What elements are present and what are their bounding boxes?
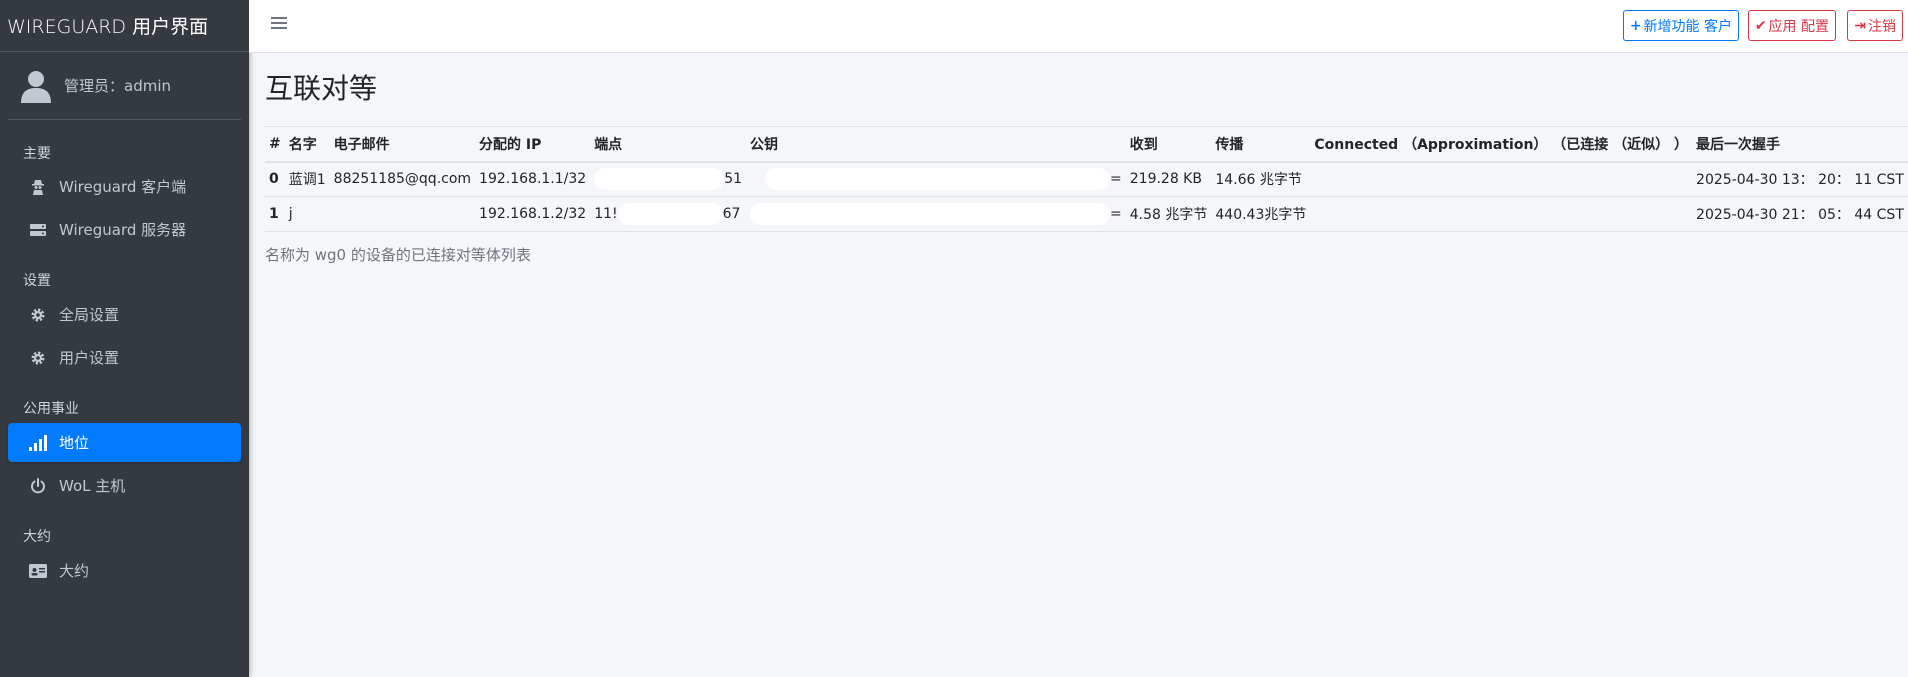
cell-index: 0 (269, 171, 279, 188)
new-client-label: 新增功能 客户 (1643, 18, 1732, 35)
cell-name: j (288, 206, 293, 222)
sidebar-item-wireguard-clients[interactable]: Wireguard 客户端 (8, 167, 241, 206)
sidebar-item-label: 地位 (59, 434, 90, 452)
server-icon (27, 219, 49, 241)
cell-received: 219.28 KB (1129, 171, 1202, 188)
endpoint-tail: 51 (724, 171, 743, 188)
col-allocated-ip: 分配的 IP (479, 136, 542, 153)
user-secret-icon (27, 176, 49, 198)
col-connected: Connected （Approximation） （已连接 （近似） ） (1314, 136, 1689, 153)
gear-icon (27, 304, 49, 326)
plus-icon: + (1629, 17, 1642, 34)
main-content: 互联对等 # 名字 电子邮件 分配的 IP 端点 公钥 收到 传播 Connec… (249, 54, 1908, 677)
cell-received: 4.58 兆字节 (1129, 207, 1208, 223)
nav-header-about: 大约 (23, 529, 51, 545)
user-panel[interactable]: 管理员：admin (8, 52, 241, 120)
cell-email: 88251185@qq.com (333, 171, 472, 188)
col-sent: 传播 (1215, 136, 1244, 153)
user-avatar-icon (21, 70, 51, 103)
col-received: 收到 (1129, 136, 1158, 153)
sidebar-item-label: Wireguard 客户端 (59, 178, 187, 196)
topbar: + 新增功能 客户 ✔ 应用 配置 ⇥ 注销 (249, 0, 1908, 53)
sidebar-item-label: Wireguard 服务器 (59, 221, 187, 239)
apply-config-label: 应用 配置 (1768, 18, 1829, 35)
sidebar: WIREGUARD 用户界面 管理员：admin 主要 Wireguard 客户… (0, 0, 249, 677)
cell-endpoint: 51 (590, 162, 746, 197)
table-header-row: # 名字 电子邮件 分配的 IP 端点 公钥 收到 传播 Connected （… (265, 126, 1908, 162)
cell-public-key: = (746, 162, 1126, 197)
pubkey-tail: = (1110, 171, 1122, 188)
sidebar-item-global-settings[interactable]: 全局设置 (8, 295, 241, 334)
cell-ip: 192.168.1.1/32 (479, 171, 587, 188)
nav-header-main: 主要 (23, 146, 51, 162)
col-email: 电子邮件 (333, 136, 390, 153)
cell-index: 1 (269, 206, 279, 222)
gear-icon (27, 347, 49, 369)
id-card-icon (27, 560, 49, 582)
brand-title[interactable]: WIREGUARD 用户界面 (0, 0, 249, 52)
user-label: 管理员：admin (64, 77, 171, 95)
sidebar-item-about[interactable]: 大约 (8, 551, 241, 590)
new-client-button[interactable]: + 新增功能 客户 (1622, 10, 1739, 41)
redaction-mark (750, 203, 1111, 225)
cell-sent: 14.66 兆字节 (1215, 172, 1302, 189)
col-endpoint: 端点 (594, 136, 623, 153)
cell-endpoint: 11! 67 (590, 197, 746, 232)
page-title: 互联对等 (265, 72, 378, 105)
sidebar-item-wireguard-server[interactable]: Wireguard 服务器 (8, 210, 241, 249)
sidebar-item-label: 用户设置 (59, 349, 120, 367)
table-row: 0 蓝调1 88251185@qq.com 192.168.1.1/32 51 … (265, 162, 1908, 197)
power-icon (27, 475, 49, 497)
pubkey-tail: = (1110, 206, 1122, 222)
sidebar-item-user-settings[interactable]: 用户设置 (8, 338, 241, 377)
table-row: 1 j 192.168.1.2/32 11! 67 = 4.58 兆字节 440.… (265, 197, 1908, 232)
cell-name: 蓝调1 (288, 172, 326, 189)
sign-out-icon: ⇥ (1854, 17, 1866, 34)
sidebar-item-status[interactable]: 地位 (8, 423, 241, 462)
cell-email (330, 197, 475, 232)
sidebar-item-label: WoL 主机 (59, 477, 126, 495)
apply-config-button[interactable]: ✔ 应用 配置 (1747, 10, 1836, 41)
logout-label: 注销 (1868, 18, 1896, 35)
col-public-key: 公钥 (750, 136, 779, 153)
sidebar-item-label: 全局设置 (59, 306, 120, 324)
redaction-mark (617, 203, 723, 225)
cell-connected (1310, 197, 1692, 232)
sidebar-item-label: 大约 (59, 562, 90, 580)
cell-connected (1310, 162, 1692, 197)
sidebar-item-wol-hosts[interactable]: WoL 主机 (8, 466, 241, 505)
col-index: # (269, 135, 281, 152)
check-icon: ✔ (1754, 17, 1767, 34)
cell-handshake: 2025-04-30 21： 05： 44 CST (1696, 207, 1904, 223)
signal-icon (27, 432, 49, 454)
cell-handshake: 2025-04-30 13： 20： 11 CST (1696, 172, 1904, 189)
endpoint-tail: 67 (722, 206, 741, 222)
cell-sent: 440.43兆字节 (1215, 207, 1307, 223)
nav-header-settings: 设置 (23, 273, 51, 289)
peers-table: # 名字 电子邮件 分配的 IP 端点 公钥 收到 传播 Connected （… (265, 126, 1908, 232)
col-last-handshake: 最后一次握手 (1696, 136, 1781, 153)
cell-ip: 192.168.1.2/32 (479, 206, 587, 222)
redaction-mark (765, 168, 1111, 191)
redaction-mark (594, 168, 725, 191)
endpoint-head: 11! (594, 206, 618, 222)
table-caption: 名称为 wg0 的设备的已连接对等体列表 (265, 246, 531, 264)
logout-button[interactable]: ⇥ 注销 (1847, 10, 1903, 41)
menu-toggle-icon[interactable] (271, 15, 287, 31)
cell-public-key: = (746, 197, 1126, 232)
col-name: 名字 (288, 136, 317, 153)
nav-header-utilities: 公用事业 (23, 401, 79, 417)
